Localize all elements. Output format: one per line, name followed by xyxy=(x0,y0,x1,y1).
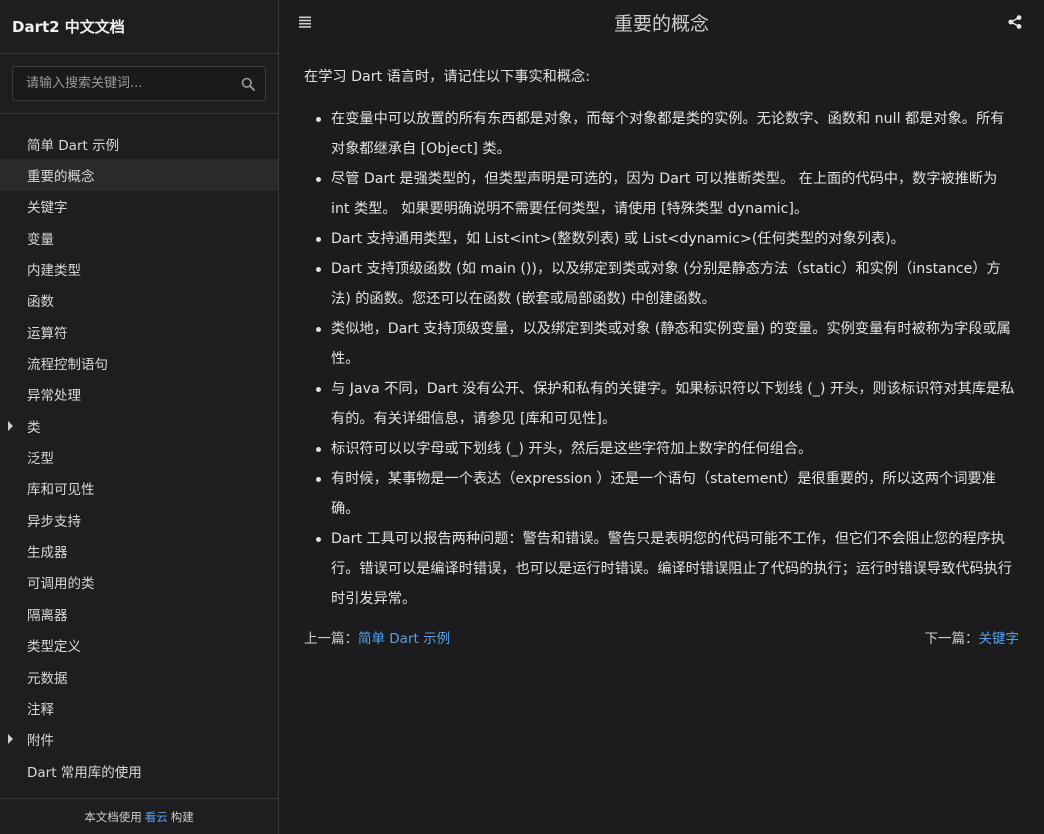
sidebar-item[interactable]: 函数 xyxy=(0,285,278,316)
sidebar-item[interactable]: 变量 xyxy=(0,222,278,253)
share-icon[interactable] xyxy=(1008,15,1022,29)
sidebar-item-label: 简单 Dart 示例 xyxy=(27,137,120,154)
sidebar-item-label: 附件 xyxy=(27,733,54,750)
sidebar-item-label: 变量 xyxy=(27,231,54,248)
sidebar-item[interactable]: 重要的概念 xyxy=(0,159,278,191)
sidebar-item-label: 元数据 xyxy=(27,670,68,687)
concept-item: 有时候，某事物是一个表达（expression ）还是一个语句（statemen… xyxy=(304,464,1019,524)
concept-list: 在变量中可以放置的所有东西都是对象，而每个对象都是类的实例。无论数字、函数和 n… xyxy=(304,104,1019,614)
sidebar-item-label: 重要的概念 xyxy=(27,169,95,186)
sidebar-item-label: 隔离器 xyxy=(27,607,68,624)
search-icon[interactable] xyxy=(241,77,255,91)
sidebar-item[interactable]: 关键字 xyxy=(0,191,278,222)
sidebar: Dart2 中文文档 简单 Dart 示例重要的概念关键字变量内建类型函数运算符… xyxy=(0,0,279,834)
sidebar-item-label: 关键字 xyxy=(27,200,68,217)
sidebar-item-label: 注释 xyxy=(27,701,54,718)
concept-item: 尽管 Dart 是强类型的，但类型声明是可选的，因为 Dart 可以推断类型。 … xyxy=(304,164,1019,224)
sidebar-item[interactable]: 附件 xyxy=(0,724,278,755)
sidebar-item[interactable]: 异步支持 xyxy=(0,504,278,535)
footer-suffix: 构建 xyxy=(170,809,194,824)
search-area xyxy=(0,54,278,114)
sidebar-item[interactable]: 类 xyxy=(0,410,278,441)
sidebar-item[interactable]: 运算符 xyxy=(0,316,278,347)
caret-right-icon[interactable] xyxy=(8,420,13,431)
sidebar-item-label: 泛型 xyxy=(27,451,54,468)
sidebar-item[interactable]: 简单 Dart 示例 xyxy=(0,128,278,159)
chapter-nav: 简单 Dart 示例 重要的概念关键字变量内建类型函数运算符流程控制语句 异常处理类… xyxy=(0,114,278,786)
sidebar-item[interactable]: 异常处理 xyxy=(0,379,278,410)
sidebar-item-label: 类型定义 xyxy=(27,639,81,656)
concept-item: 标识符可以以字母或下划线 (_) 开头，然后是这些字符加上数字的任何组合。 xyxy=(304,434,1019,464)
search-box xyxy=(12,66,266,101)
sidebar-item-label: 函数 xyxy=(27,294,54,311)
prev-prefix: 上一篇： xyxy=(304,631,358,647)
sidebar-item[interactable]: 泛型 xyxy=(0,441,278,472)
footer-link[interactable]: 看云 xyxy=(145,809,168,825)
sidebar-item-label: 异步支持 xyxy=(27,513,81,530)
sidebar-item[interactable]: 隔离器 xyxy=(0,598,278,629)
sidebar-item[interactable]: 生成器 xyxy=(0,535,278,566)
topbar: 重要的概念 xyxy=(279,0,1044,44)
sidebar-item-label: Dart 常用库的使用 xyxy=(27,764,142,781)
sidebar-item-label: 流程控制语句 xyxy=(27,357,108,374)
sidebar-item-label: 异常处理 xyxy=(27,388,81,405)
concept-item: 与 Java 不同，Dart 没有公开、保护和私有的关键字。如果标识符以下划线 … xyxy=(304,374,1019,434)
prev-page: 上一篇：简单 Dart 示例 xyxy=(304,627,450,647)
concept-item: Dart 支持通用类型，如 List<int>(整数列表) 或 List<dyn… xyxy=(304,224,1019,254)
sidebar-item-label: 库和可见性 xyxy=(27,482,95,499)
caret-right-icon[interactable] xyxy=(8,734,13,745)
sidebar-item[interactable]: 可调用的类 xyxy=(0,567,278,598)
sidebar-item[interactable]: 内建类型 xyxy=(0,253,278,284)
sidebar-item-label: 可调用的类 xyxy=(27,576,95,593)
sidebar-footer: 本文档使用 看云 构建 xyxy=(0,798,278,834)
sidebar-item[interactable]: Dart 常用库的使用 xyxy=(0,755,278,786)
concept-item: 类似地，Dart 支持顶级变量，以及绑定到类或对象 (静态和实例变量) 的变量。… xyxy=(304,314,1019,374)
sidebar-item[interactable]: 元数据 xyxy=(0,661,278,692)
sidebar-item-label: 内建类型 xyxy=(27,263,81,280)
sidebar-item-label: 类 xyxy=(27,419,41,436)
footer-prefix: 本文档使用 xyxy=(84,809,142,824)
concept-item: 在变量中可以放置的所有东西都是对象，而每个对象都是类的实例。无论数字、函数和 n… xyxy=(304,104,1019,164)
next-prefix: 下一篇： xyxy=(924,631,979,647)
sidebar-item-label: 生成器 xyxy=(27,545,68,562)
sidebar-item[interactable]: 库和可见性 xyxy=(0,473,278,504)
sidebar-item[interactable]: 注释 xyxy=(0,692,278,723)
pager: 上一篇：简单 Dart 示例 下一篇：关键字 xyxy=(304,627,1019,647)
prev-page-link[interactable]: 简单 Dart 示例 xyxy=(358,631,450,647)
concept-item: Dart 工具可以报告两种问题：警告和错误。警告只是表明您的代码可能不工作，但它… xyxy=(304,524,1019,614)
sidebar-item-label: 运算符 xyxy=(27,325,68,342)
next-page: 下一篇：关键字 xyxy=(925,627,1020,647)
intro-text: 在学习 Dart 语言时，请记住以下事实和概念: xyxy=(304,69,591,85)
sidebar-item[interactable]: 流程控制语句 xyxy=(0,347,278,378)
sidebar-item[interactable]: 类型定义 xyxy=(0,630,278,661)
concept-item: Dart 支持顶级函数 (如 main ())，以及绑定到类或对象 (分别是静态… xyxy=(304,254,1019,314)
book-title[interactable]: Dart2 中文文档 xyxy=(0,0,278,54)
next-page-link[interactable]: 关键字 xyxy=(979,631,1020,647)
page-title: 重要的概念 xyxy=(613,13,709,35)
main-content: 重要的概念 在学习 Dart 语言时，请记住以下事实和概念: 在变量中可以放置的… xyxy=(279,0,1044,834)
list-icon[interactable] xyxy=(299,16,311,28)
article: 在学习 Dart 语言时，请记住以下事实和概念: 在变量中可以放置的所有东西都是… xyxy=(279,44,1044,614)
search-input[interactable] xyxy=(13,67,265,100)
